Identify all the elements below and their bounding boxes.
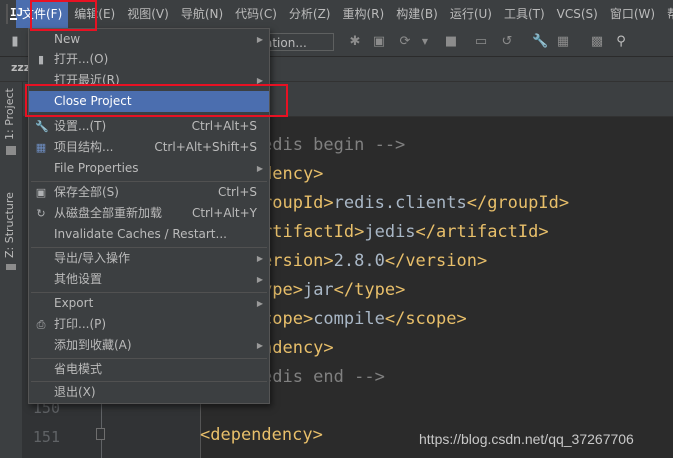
intellij-logo-icon: IJ: [6, 4, 23, 24]
submenu-arrow-icon: ▶: [256, 299, 263, 308]
left-tool-strip: 1: Project Z: Structure: [0, 82, 23, 458]
menu-help[interactable]: 帮: [661, 0, 673, 28]
menu-refactor[interactable]: 重构(R): [337, 0, 391, 28]
wrench-icon[interactable]: 🔧: [532, 35, 548, 49]
project-structure-icon: ▦: [35, 141, 47, 154]
menu-build[interactable]: 构建(B): [390, 0, 444, 28]
project-tool-tab[interactable]: 1: Project: [3, 88, 16, 140]
reload-icon: ↻: [36, 207, 46, 220]
menu-edit[interactable]: 编辑(E): [68, 0, 121, 28]
menu-item-open[interactable]: ▮ 打开...(O): [29, 49, 269, 70]
submenu-arrow-icon: ▶: [256, 35, 263, 44]
menu-item-other-settings[interactable]: 其他设置 ▶: [29, 269, 269, 290]
menu-item-new[interactable]: New ▶: [29, 29, 269, 50]
menu-code[interactable]: 代码(C): [229, 0, 283, 28]
submenu-arrow-icon: ▶: [256, 341, 263, 350]
menu-item-close-project[interactable]: Close Project: [29, 91, 269, 112]
submenu-arrow-icon: ▶: [256, 76, 263, 85]
update-icon[interactable]: ↺: [500, 35, 514, 49]
menu-item-print[interactable]: ⎙ 打印...(P): [29, 314, 269, 335]
menu-navigate[interactable]: 导航(N): [175, 0, 229, 28]
code-line: edis begin -->: [262, 135, 406, 155]
menu-item-file-properties[interactable]: File Properties ▶: [29, 158, 269, 179]
printer-icon: ⎙: [36, 318, 46, 331]
menu-view[interactable]: 视图(V): [121, 0, 175, 28]
code-line: rtifactId>jedis</artifactId>: [262, 222, 549, 242]
menu-item-open-recent[interactable]: 打开最近(R) ▶: [29, 70, 269, 91]
menu-window[interactable]: 窗口(W): [604, 0, 661, 28]
menu-item-add-to-favorites[interactable]: 添加到收藏(A) ▶: [29, 335, 269, 356]
menu-analyze[interactable]: 分析(Z): [283, 0, 337, 28]
submenu-arrow-icon: ▶: [256, 164, 263, 173]
submenu-arrow-icon: ▶: [256, 254, 263, 263]
menu-item-settings[interactable]: 🔧 设置...(T) Ctrl+Alt+S: [29, 116, 269, 137]
watermark: https://blog.csdn.net/qq_37267706: [419, 431, 634, 447]
fold-marker-icon[interactable]: [96, 428, 105, 440]
code-line: ype>jar</type>: [262, 280, 406, 300]
save-icon: ▣: [35, 186, 47, 199]
project-structure-icon[interactable]: ▦: [556, 35, 570, 49]
menu-item-power-save-mode[interactable]: 省电模式: [29, 359, 269, 380]
code-line: roupId>redis.clients</groupId>: [262, 193, 570, 213]
code-line: ndency>: [262, 338, 334, 358]
code-line: dency>: [262, 164, 324, 184]
menu-item-invalidate-caches[interactable]: Invalidate Caches / Restart...: [29, 224, 269, 245]
debug-icon[interactable]: ✱: [348, 35, 362, 49]
profile-dropdown-icon[interactable]: ▼: [418, 35, 432, 49]
search-icon[interactable]: ⚲: [614, 35, 628, 49]
file-menu-dropdown: New ▶ ▮ 打开...(O) 打开最近(R) ▶ Close Project 🔧 设…: [28, 28, 270, 404]
code-line: ersion>2.8.0</version>: [262, 251, 488, 271]
menu-run[interactable]: 运行(U): [444, 0, 498, 28]
sdk-icon[interactable]: ▭: [474, 35, 488, 49]
stop-icon[interactable]: ■: [444, 35, 458, 49]
line-number: 151: [32, 428, 60, 446]
menu-tools[interactable]: 工具(T): [498, 0, 551, 28]
code-line: cope>compile</scope>: [262, 309, 467, 329]
menu-item-export[interactable]: Export ▶: [29, 293, 269, 314]
code-line: edis end -->: [262, 367, 385, 387]
menu-vcs[interactable]: VCS(S): [551, 0, 604, 28]
coverage-icon[interactable]: ▣: [372, 35, 386, 49]
menu-file[interactable]: 文件(F): [16, 0, 69, 28]
wrench-icon: 🔧: [35, 120, 49, 133]
code-line: <dependency>: [200, 425, 323, 445]
menu-item-exit[interactable]: 退出(X): [29, 382, 269, 403]
structure-tool-tab[interactable]: Z: Structure: [3, 192, 16, 258]
terminal-icon[interactable]: ▩: [590, 35, 604, 49]
profile-icon[interactable]: ⟳: [398, 35, 412, 49]
menu-item-reload-all[interactable]: ↻ 从磁盘全部重新加载 Ctrl+Alt+Y: [29, 203, 269, 224]
menu-item-import-export[interactable]: 导出/导入操作 ▶: [29, 248, 269, 269]
menu-bar: IJ 文件(F) 编辑(E) 视图(V) 导航(N) 代码(C) 分析(Z) 重…: [0, 0, 673, 29]
open-folder-icon[interactable]: ▮: [8, 35, 22, 49]
menu-item-save-all[interactable]: ▣ 保存全部(S) Ctrl+S: [29, 182, 269, 203]
folder-icon: ▮: [37, 53, 45, 66]
submenu-arrow-icon: ▶: [256, 275, 263, 284]
run-configuration-select[interactable]: ation...: [262, 33, 334, 51]
menu-item-project-structure[interactable]: ▦ 项目结构... Ctrl+Alt+Shift+S: [29, 137, 269, 158]
structure-tool-icon: [6, 264, 16, 270]
project-tool-icon: [6, 146, 16, 155]
